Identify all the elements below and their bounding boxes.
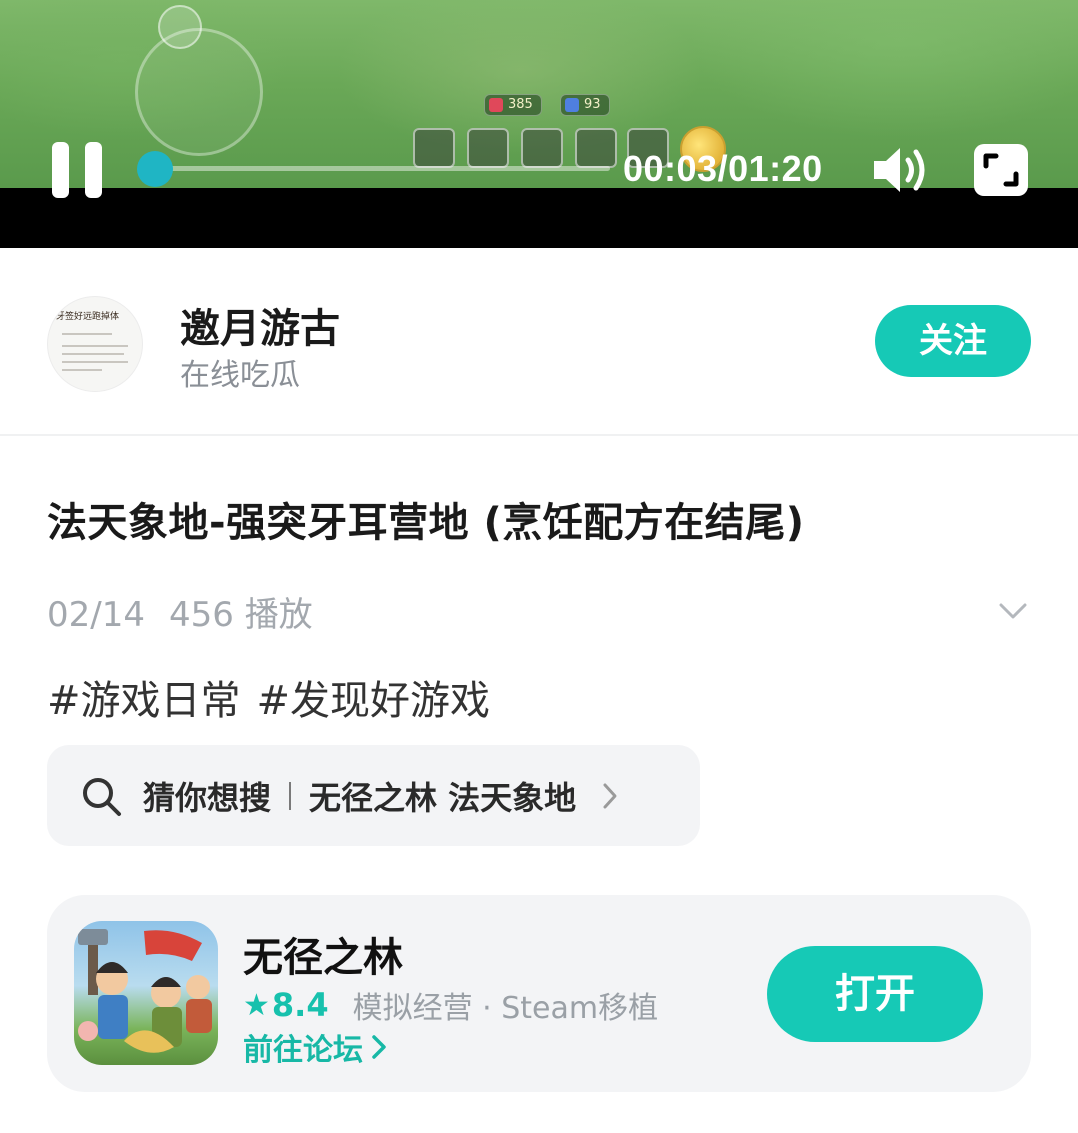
follow-button[interactable]: 关注 bbox=[875, 305, 1031, 377]
game-genre: 模拟经营 · Steam移植 bbox=[352, 991, 659, 1026]
game-meta: ★ 8.4 模拟经营 · Steam移植 bbox=[243, 983, 658, 1027]
volume-icon[interactable] bbox=[870, 142, 930, 198]
star-icon: ★ bbox=[243, 987, 270, 1023]
game-card[interactable]: 无径之林 ★ 8.4 模拟经营 · Steam移植 前往论坛 打开 bbox=[47, 895, 1031, 1092]
hud-item-slot bbox=[575, 128, 617, 168]
hud-item-slot bbox=[521, 128, 563, 168]
pause-icon[interactable] bbox=[52, 142, 104, 198]
attack-gem-icon bbox=[489, 98, 503, 112]
chevron-right-icon bbox=[372, 1035, 386, 1059]
game-name[interactable]: 无径之林 bbox=[243, 925, 403, 983]
search-suggestion-label: 猜你想搜 bbox=[143, 778, 272, 817]
game-icon[interactable] bbox=[74, 921, 218, 1065]
forum-link-label: 前往论坛 bbox=[243, 1033, 363, 1068]
tag-link[interactable]: #发现好游戏 bbox=[257, 678, 491, 724]
divider bbox=[289, 781, 292, 810]
author-subtitle: 在线吃瓜 bbox=[180, 358, 300, 393]
game-joystick-ring bbox=[135, 28, 263, 156]
post-title: 法天象地-强突牙耳营地 (烹饪配方在结尾) bbox=[47, 500, 805, 546]
open-game-button[interactable]: 打开 bbox=[767, 946, 983, 1042]
post-play-count: 456 播放 bbox=[168, 595, 313, 635]
fullscreen-icon[interactable] bbox=[972, 142, 1030, 198]
post-meta: 02/14 456 播放 bbox=[47, 587, 313, 636]
search-icon bbox=[83, 777, 121, 816]
chevron-down-icon[interactable] bbox=[998, 600, 1028, 622]
search-suggestion[interactable]: 猜你想搜 无径之林 法天象地 bbox=[47, 745, 700, 846]
progress-handle[interactable] bbox=[137, 151, 173, 187]
avatar-caption: 牙签好远跑掉体 bbox=[56, 312, 120, 322]
post-date: 02/14 bbox=[47, 595, 145, 635]
hud-stat-defense-value: 93 bbox=[584, 97, 601, 112]
author-row: 牙签好远跑掉体 邀月游古 在线吃瓜 关注 bbox=[0, 248, 1078, 436]
chevron-right-icon bbox=[603, 783, 617, 808]
author-avatar[interactable]: 牙签好远跑掉体 bbox=[47, 296, 143, 392]
game-score: 8.4 bbox=[271, 986, 329, 1024]
hud-stat-attack: 385 bbox=[484, 94, 542, 116]
forum-link[interactable]: 前往论坛 bbox=[243, 1025, 387, 1069]
hud-item-slot bbox=[413, 128, 455, 168]
post-tags: #游戏日常 #发现好游戏 bbox=[47, 668, 490, 726]
author-name[interactable]: 邀月游古 bbox=[180, 296, 340, 354]
hud-stat-attack-value: 385 bbox=[508, 97, 533, 112]
playback-time: 00:03/01:20 bbox=[623, 148, 823, 189]
hud-item-slot bbox=[467, 128, 509, 168]
tag-link[interactable]: #游戏日常 bbox=[47, 678, 241, 724]
hud-stat-defense: 93 bbox=[560, 94, 610, 116]
game-joystick-knob bbox=[158, 5, 202, 49]
video-player[interactable]: 385 93 00:03/01:20 bbox=[0, 0, 1078, 248]
search-suggestion-keywords: 无径之林 法天象地 bbox=[309, 778, 577, 817]
progress-bar[interactable] bbox=[155, 166, 610, 171]
defense-gem-icon bbox=[565, 98, 579, 112]
